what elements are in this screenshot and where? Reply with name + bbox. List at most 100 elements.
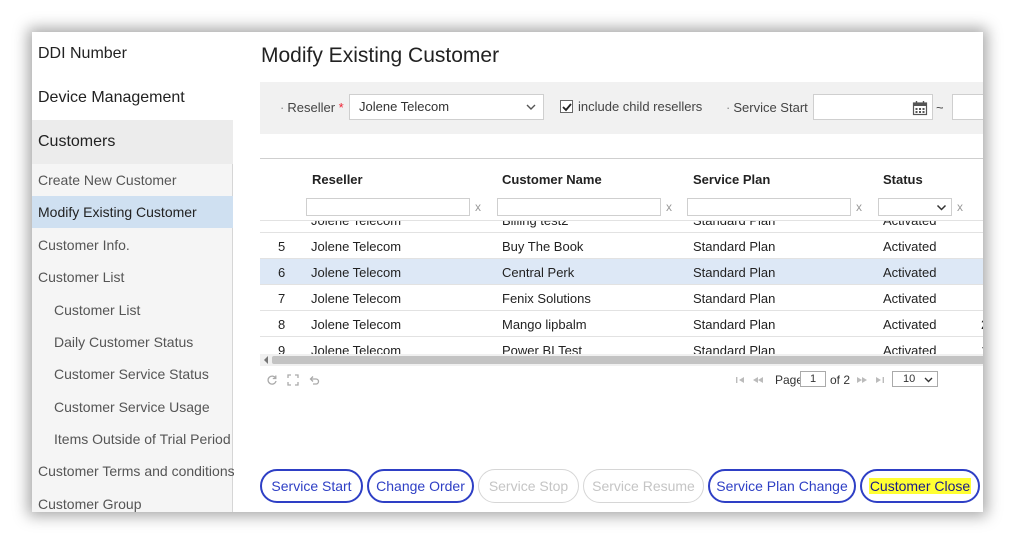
sidebar-item-items-outside-trial[interactable]: Items Outside of Trial Period	[32, 423, 233, 455]
cell-service-plan: Standard Plan	[693, 265, 776, 280]
page-number-input[interactable]: 1	[800, 371, 826, 387]
service-start-button[interactable]: Service Start	[260, 469, 363, 503]
cell-status: Activated	[883, 291, 937, 306]
sidebar-item-customer-group[interactable]: Customer Group	[32, 488, 233, 512]
sidebar-item-customer-list[interactable]: Customer List	[32, 294, 233, 326]
service-start-to-input[interactable]	[952, 94, 983, 120]
service-resume-label: Service Resume	[592, 478, 695, 494]
scroll-left-icon[interactable]	[263, 356, 269, 364]
cell-customer-name: Central Perk	[502, 265, 575, 280]
filter-input-reseller[interactable]	[306, 198, 470, 216]
service-start-label: Service Start	[271, 478, 352, 494]
filter-input-customer-name[interactable]	[497, 198, 661, 216]
page-size-select[interactable]: 10	[892, 371, 938, 387]
main-content: Modify Existing Customer · Reseller * Jol…	[234, 32, 983, 512]
sidebar-item-create-new-customer[interactable]: Create New Customer	[32, 164, 233, 196]
nav-device-management[interactable]: Device Management	[32, 76, 233, 120]
table-row[interactable]: 8 Jolene Telecom Mango lipbalm Standard …	[260, 311, 983, 337]
chevron-down-icon	[526, 104, 536, 110]
sidebar-item-customer-service-usage[interactable]: Customer Service Usage	[32, 391, 233, 423]
service-plan-change-label: Service Plan Change	[716, 478, 848, 494]
date-range-separator: ~	[936, 100, 944, 115]
cell-status: Activated	[883, 220, 937, 228]
cell-service-plan: Standard Plan	[693, 239, 776, 254]
cell-customer-name: Billing test2	[502, 220, 569, 228]
reseller-select-value: Jolene Telecom	[359, 99, 450, 114]
refresh-icon[interactable]	[266, 374, 278, 386]
filter-bar: · Reseller * Jolene Telecom include child…	[260, 82, 983, 134]
table-row[interactable]: 5 Jolene Telecom Buy The Book Standard P…	[260, 233, 983, 259]
cell-customer-name: Fenix Solutions	[502, 291, 591, 306]
page-title: Modify Existing Customer	[261, 44, 500, 67]
include-child-checkbox[interactable]	[560, 100, 573, 113]
cell-customer-name: Buy The Book	[502, 239, 584, 254]
prev-page-icon[interactable]	[752, 374, 764, 386]
cell-status: Activated	[883, 265, 937, 280]
clear-filter-reseller[interactable]: x	[475, 200, 481, 214]
table-row-selected[interactable]: 6 Jolene Telecom Central Perk Standard P…	[260, 259, 983, 285]
first-page-icon[interactable]	[734, 374, 746, 386]
column-header-reseller[interactable]: Reseller	[312, 172, 363, 187]
cell-reseller: Jolene Telecom	[311, 239, 402, 254]
page-size-value: 10	[903, 373, 916, 385]
change-order-button[interactable]: Change Order	[367, 469, 474, 503]
nav-ddi-number[interactable]: DDI Number	[32, 32, 233, 76]
scrollbar-thumb[interactable]	[272, 356, 983, 364]
table-row[interactable]: 9 Jolene Telecom Power BI Test Standard …	[260, 337, 983, 354]
sidebar-item-modify-existing-customer[interactable]: Modify Existing Customer	[32, 196, 233, 228]
service-plan-change-button[interactable]: Service Plan Change	[708, 469, 856, 503]
cell-service-plan: Standard Plan	[693, 220, 776, 228]
cell-reseller: Jolene Telecom	[311, 291, 402, 306]
last-page-icon[interactable]	[874, 374, 886, 386]
next-page-icon[interactable]	[856, 374, 868, 386]
cell-customer-name: Power BI Test	[502, 343, 582, 354]
column-header-customer-name[interactable]: Customer Name	[502, 172, 602, 187]
cell-overflow: 1	[981, 343, 983, 354]
calendar-icon[interactable]	[912, 100, 928, 116]
chevron-down-icon	[924, 377, 933, 383]
cell-customer-name: Mango lipbalm	[502, 317, 587, 332]
change-order-label: Change Order	[376, 478, 465, 494]
cell-status: Activated	[883, 343, 937, 354]
cell-row-number: 5	[278, 239, 286, 254]
clear-filter-service-plan[interactable]: x	[856, 200, 862, 214]
cell-reseller: Jolene Telecom	[311, 220, 402, 228]
customer-close-button[interactable]: Customer Close	[860, 469, 980, 503]
clear-filter-status[interactable]: x	[957, 200, 963, 214]
include-child-label: include child resellers	[578, 99, 703, 114]
required-mark: *	[338, 100, 344, 115]
grid-rows: Jolene Telecom Billing test2 Standard Pl…	[260, 220, 983, 354]
cell-status: Activated	[883, 317, 937, 332]
cell-row-number: 7	[278, 291, 286, 306]
filter-input-service-plan[interactable]	[687, 198, 851, 216]
cell-service-plan: Standard Plan	[693, 317, 776, 332]
service-stop-button[interactable]: Service Stop	[478, 469, 579, 503]
column-header-service-plan[interactable]: Service Plan	[693, 172, 770, 187]
service-resume-button[interactable]: Service Resume	[583, 469, 704, 503]
table-row[interactable]: 7 Jolene Telecom Fenix Solutions Standar…	[260, 285, 983, 311]
reseller-select[interactable]: Jolene Telecom	[349, 94, 544, 120]
sidebar-item-customer-list-group[interactable]: Customer List	[32, 261, 233, 293]
nav-customers[interactable]: Customers	[32, 120, 233, 164]
cell-status: Activated	[883, 239, 937, 254]
undo-icon[interactable]	[308, 374, 320, 386]
grid-header: Reseller Customer Name Service Plan Stat…	[260, 158, 983, 194]
app-window: DDI Number Device Management Customers C…	[32, 32, 983, 512]
chevron-down-icon	[936, 204, 947, 211]
cell-row-number: 8	[278, 317, 286, 332]
sidebar-item-customer-service-status[interactable]: Customer Service Status	[32, 358, 233, 390]
service-start-from-input[interactable]	[813, 94, 933, 120]
sidebar: DDI Number Device Management Customers C…	[32, 32, 235, 512]
sidebar-item-customer-info[interactable]: Customer Info.	[32, 229, 233, 261]
fullscreen-icon[interactable]	[287, 374, 299, 386]
horizontal-scrollbar[interactable]	[260, 354, 983, 366]
customer-grid: Reseller Customer Name Service Plan Stat…	[260, 158, 983, 398]
table-row[interactable]: Jolene Telecom Billing test2 Standard Pl…	[260, 220, 983, 233]
sidebar-item-daily-customer-status[interactable]: Daily Customer Status	[32, 326, 233, 358]
customer-close-label: Customer Close	[868, 478, 972, 494]
sidebar-item-customer-terms[interactable]: Customer Terms and conditions	[32, 455, 235, 487]
cell-reseller: Jolene Telecom	[311, 317, 402, 332]
clear-filter-customer-name[interactable]: x	[666, 200, 672, 214]
cell-service-plan: Standard Plan	[693, 291, 776, 306]
column-header-status[interactable]: Status	[883, 172, 923, 187]
